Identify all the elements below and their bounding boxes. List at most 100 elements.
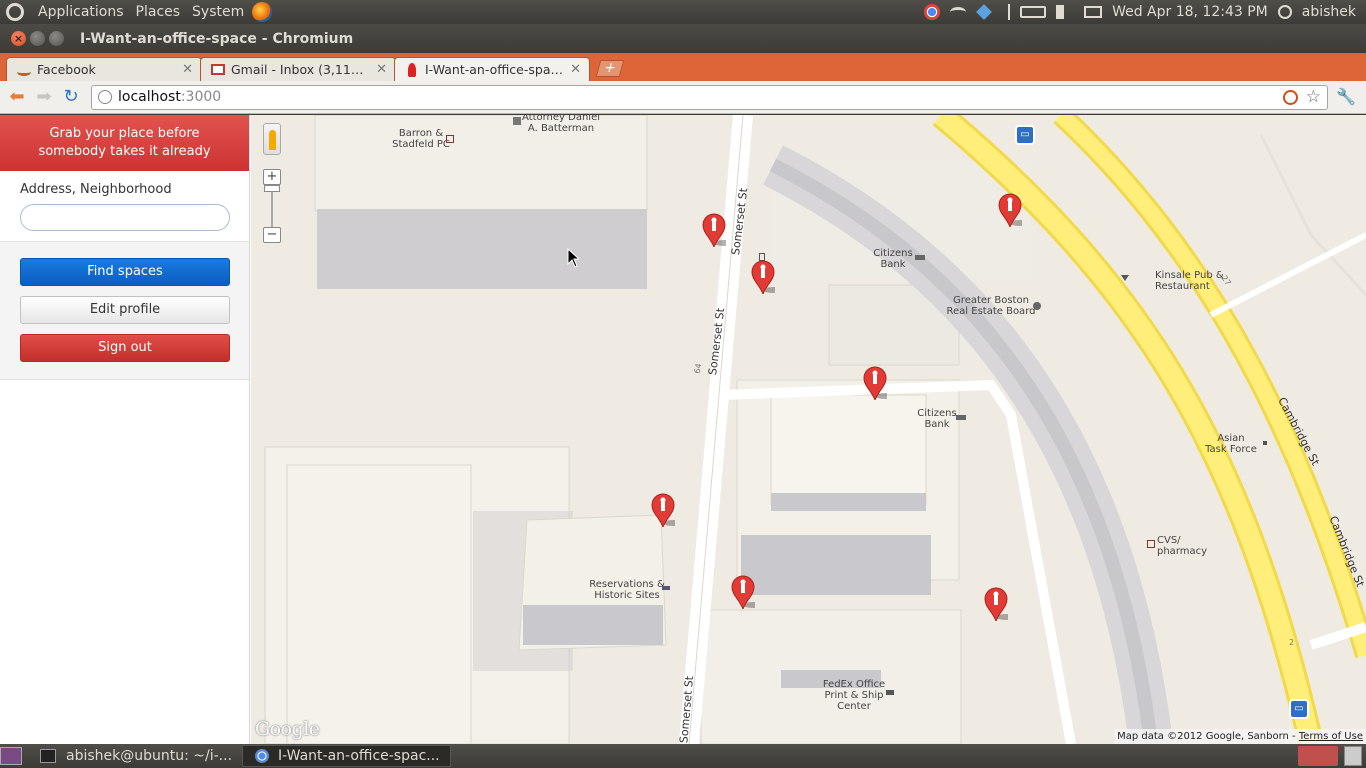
task-label: I-Want-an-office-spac... — [278, 748, 440, 764]
tab-gmail[interactable]: Gmail - Inbox (3,114) - b... ✕ — [200, 57, 396, 81]
street-view-pegman-icon[interactable] — [263, 123, 281, 155]
window-maximize-button[interactable] — [49, 31, 64, 46]
real-estate-icon — [1033, 302, 1041, 310]
taskbar-chromium[interactable]: I-Want-an-office-spac... — [242, 745, 451, 767]
office-marker-icon[interactable] — [751, 260, 775, 294]
zoom-out-button[interactable]: − — [263, 227, 281, 243]
place-label[interactable]: FedEx Office Print & Ship Center — [821, 679, 887, 712]
tab-facebook[interactable]: Facebook ✕ — [6, 57, 202, 81]
mail-icon[interactable] — [1084, 6, 1103, 18]
tab-label: Facebook — [37, 62, 96, 77]
atm-icon — [915, 255, 925, 260]
office-marker-icon[interactable] — [984, 587, 1008, 621]
place-label[interactable]: Greater Boston Real Estate Board — [941, 295, 1041, 317]
wifi-icon[interactable] — [950, 7, 967, 17]
facebook-icon — [17, 68, 31, 76]
username[interactable]: abishek — [1302, 4, 1356, 20]
task-label: abishek@ubuntu: ~/i-... — [66, 748, 233, 764]
sidebar: Grab your place before somebody takes it… — [0, 115, 250, 744]
find-spaces-button[interactable]: Find spaces — [20, 258, 230, 286]
dropbox-icon[interactable] — [976, 4, 992, 20]
map-pin-icon — [408, 62, 416, 77]
address-input[interactable] — [20, 204, 230, 231]
bottom-panel: abishek@ubuntu: ~/i-... I-Want-an-office… — [0, 744, 1366, 768]
url-host[interactable]: localhost — [118, 89, 181, 105]
window-titlebar[interactable]: × I-Want-an-office-space - Chromium — [0, 24, 1366, 53]
office-marker-icon[interactable] — [863, 366, 887, 400]
office-marker-icon[interactable] — [702, 213, 726, 247]
tab-close-icon[interactable]: ✕ — [570, 62, 581, 77]
trash-icon[interactable] — [1344, 746, 1362, 766]
workspace-switcher[interactable] — [1298, 746, 1338, 766]
tab-office-space[interactable]: I-Want-an-office-space ✕ — [394, 57, 590, 81]
place-label[interactable]: Attorney Daniel A. Batterman — [519, 115, 603, 134]
zoom-in-button[interactable]: + — [263, 169, 281, 185]
system-menu[interactable]: System — [186, 0, 250, 24]
place-label[interactable]: Citizens Bank — [869, 248, 917, 270]
actions-area: Find spaces Edit profile Sign out — [0, 242, 249, 380]
office-marker-icon[interactable] — [731, 575, 755, 609]
window-title: I-Want-an-office-space - Chromium — [80, 30, 354, 47]
office-marker-icon[interactable] — [651, 493, 675, 527]
taskbar-terminal[interactable]: abishek@ubuntu: ~/i-... — [28, 745, 242, 767]
browser-toolbar: ⬅ ➡ ↻ localhost:3000 ☆ 🔧 — [0, 81, 1366, 114]
globe-icon — [98, 90, 112, 104]
place-label[interactable]: Asian Task Force — [1205, 433, 1257, 455]
chrome-tray-icon[interactable] — [924, 4, 941, 20]
wrench-icon[interactable]: 🔧 — [1336, 87, 1356, 107]
places-menu[interactable]: Places — [130, 0, 187, 24]
url-port[interactable]: :3000 — [181, 89, 221, 105]
street-number: 2 — [1289, 638, 1295, 647]
firefox-launcher-icon[interactable] — [252, 2, 273, 22]
office-marker-icon[interactable] — [998, 193, 1022, 227]
window-close-button[interactable]: × — [11, 31, 26, 46]
scales-icon — [513, 117, 521, 125]
attribution-text: Map data ©2012 Google, Sanborn - — [1117, 731, 1299, 742]
map[interactable]: + − Barron & Stadfeld PC Attorney Daniel… — [251, 115, 1366, 744]
zoom-control: + − — [263, 169, 281, 245]
bus-stop-icon[interactable]: ▭ — [1289, 699, 1309, 719]
user-icon[interactable] — [1277, 5, 1292, 19]
forward-arrow-icon[interactable]: ➡ — [33, 86, 55, 108]
briefcase-icon — [446, 135, 454, 143]
edit-profile-button[interactable]: Edit profile — [20, 296, 230, 324]
map-attribution: Map data ©2012 Google, Sanborn - Terms o… — [1114, 729, 1366, 744]
volume-icon[interactable] — [1056, 5, 1074, 19]
page-content: Grab your place before somebody takes it… — [0, 115, 1366, 744]
bus-stop-icon[interactable]: ▭ — [1015, 125, 1035, 145]
tab-close-icon[interactable]: ✕ — [376, 62, 387, 77]
tab-label: Gmail - Inbox (3,114) - b... — [231, 62, 370, 77]
new-tab-button[interactable]: + — [595, 60, 625, 77]
bookmark-star-icon[interactable]: ☆ — [1306, 88, 1321, 106]
sign-out-button[interactable]: Sign out — [20, 334, 230, 362]
address-bar[interactable]: localhost:3000 ☆ — [91, 84, 1328, 110]
place-label[interactable]: Kinsale Pub & Restaurant — [1155, 270, 1227, 292]
gmail-icon — [211, 64, 225, 75]
zoom-slider-thumb[interactable] — [264, 185, 280, 192]
window-minimize-button[interactable] — [30, 31, 45, 46]
terms-of-use-link[interactable]: Terms of Use — [1299, 731, 1363, 742]
atm-icon — [956, 415, 966, 420]
pharmacy-icon — [1147, 540, 1155, 548]
dot-icon — [1263, 441, 1267, 445]
clock[interactable]: Wed Apr 18, 12:43 PM — [1112, 4, 1268, 20]
ubuntu-logo-icon[interactable] — [6, 3, 24, 21]
tab-close-icon[interactable]: ✕ — [182, 62, 193, 77]
target-icon[interactable] — [1282, 89, 1298, 105]
top-panel: Applications Places System Wed Apr 18, 1… — [0, 0, 1366, 24]
mouse-cursor-icon — [567, 248, 579, 268]
tab-label: I-Want-an-office-space — [425, 62, 565, 77]
place-label[interactable]: Reservations & Historic Sites — [587, 579, 667, 601]
place-label[interactable]: Citizens Bank — [913, 408, 961, 430]
post-icon — [886, 690, 894, 695]
applications-menu[interactable]: Applications — [32, 0, 130, 24]
chromium-icon — [255, 749, 270, 763]
lodging-icon — [662, 586, 670, 590]
battery-icon[interactable] — [1020, 6, 1047, 18]
reload-icon[interactable]: ↻ — [60, 86, 82, 108]
show-desktop-button[interactable] — [0, 747, 22, 765]
place-label[interactable]: CVS/ pharmacy — [1157, 535, 1215, 557]
google-logo[interactable]: Google — [255, 718, 320, 740]
bluetooth-icon[interactable] — [1002, 4, 1011, 20]
back-arrow-icon[interactable]: ⬅ — [6, 86, 28, 108]
